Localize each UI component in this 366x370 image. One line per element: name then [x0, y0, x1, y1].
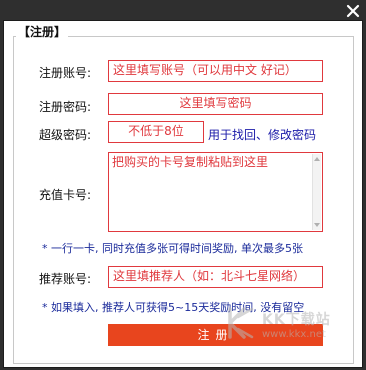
watermark: KK下载站 www.kkx.net	[222, 303, 352, 347]
register-dialog: 【注册】 注册账号: 这里填写账号（可以用中文 好记） 注册密码: 这里填写密码…	[3, 20, 363, 368]
referrer-label: 推荐账号:	[39, 272, 92, 286]
card-textarea[interactable]: 把购买的卡号复制粘贴到这里	[108, 152, 323, 232]
card-hint: * 一行一卡, 同时充值多张可得时间奖励, 单次最多5张	[42, 242, 303, 255]
scroll-down-icon[interactable]	[314, 223, 320, 227]
password-input[interactable]: 这里填写密码	[108, 93, 323, 115]
watermark-name: KK下载站	[262, 312, 331, 328]
account-input[interactable]: 这里填写账号（可以用中文 好记）	[108, 60, 323, 82]
card-scrollbar[interactable]	[312, 154, 321, 230]
password-label: 注册密码:	[39, 100, 92, 114]
card-placeholder: 把购买的卡号复制粘贴到这里	[112, 155, 269, 169]
logo-icon	[228, 307, 254, 339]
watermark-url: www.kkx.net	[262, 329, 326, 340]
close-icon[interactable]	[345, 3, 361, 19]
referrer-input[interactable]: 这里填推荐人（如：北斗七星网络）	[108, 266, 323, 288]
account-label: 注册账号:	[39, 66, 92, 80]
super-password-label: 超级密码:	[39, 128, 92, 142]
card-label: 充值卡号:	[39, 188, 92, 202]
scroll-up-icon[interactable]	[314, 157, 320, 161]
group-title: 【注册】	[16, 25, 69, 39]
super-password-help-link[interactable]: 用于找回、修改密码	[208, 127, 316, 143]
super-password-input[interactable]: 不低于8位	[108, 121, 204, 143]
